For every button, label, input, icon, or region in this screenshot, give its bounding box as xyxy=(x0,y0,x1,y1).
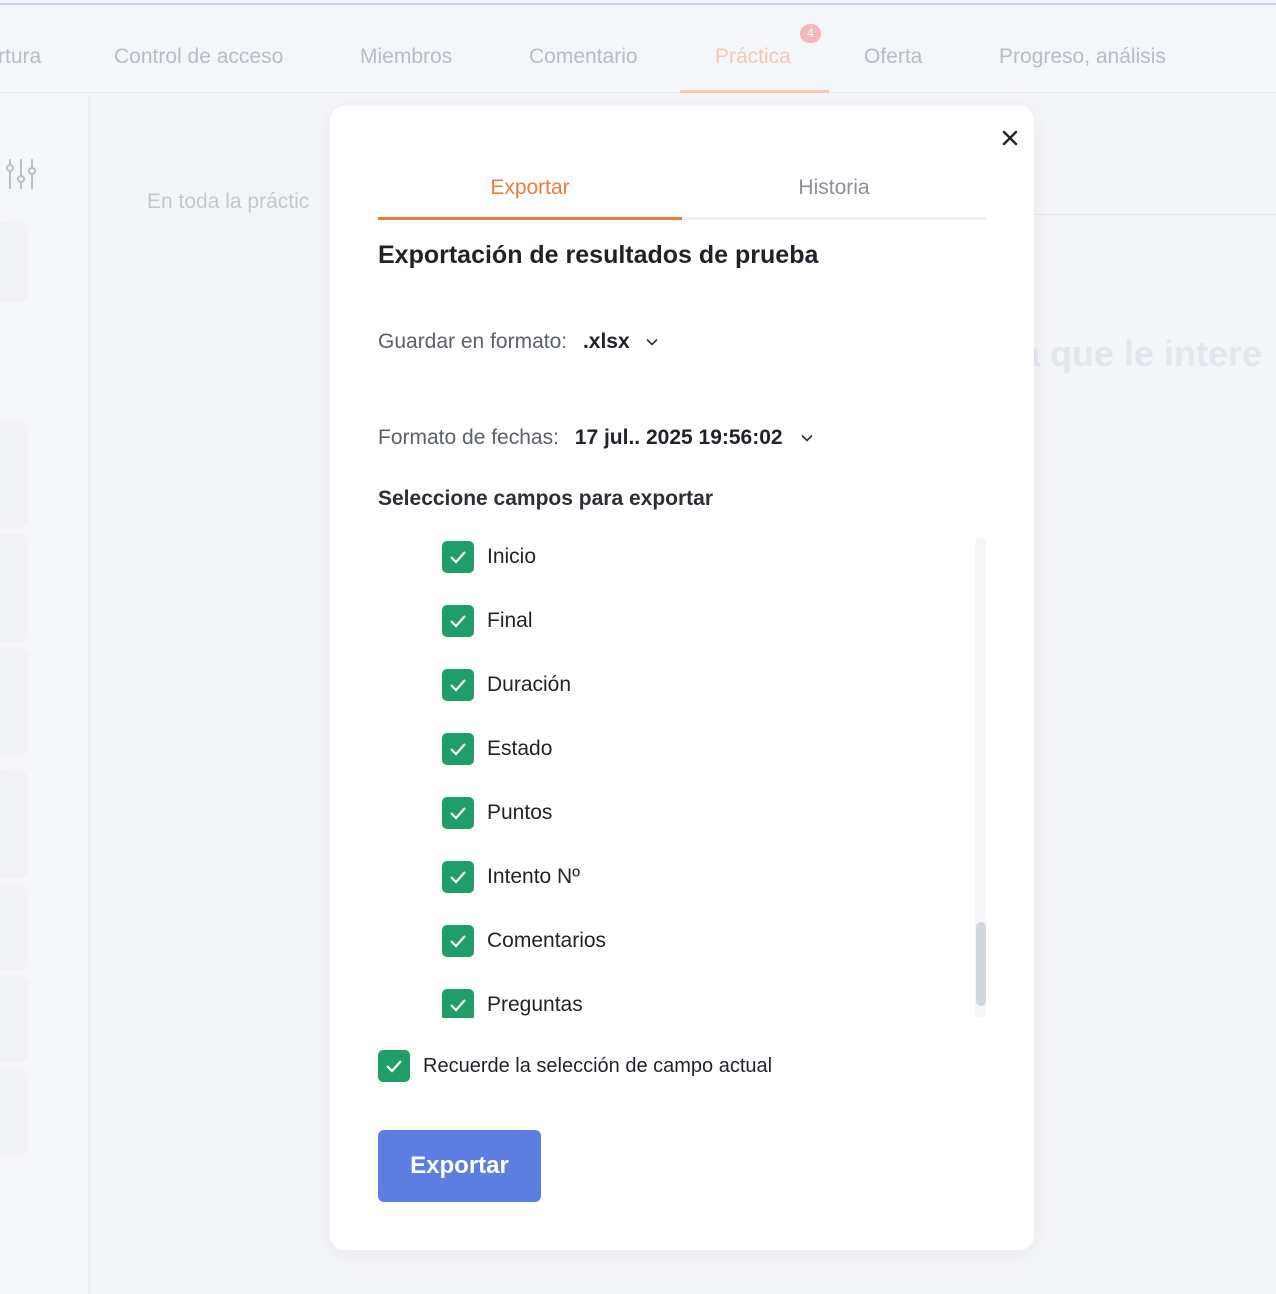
field-checkbox[interactable] xyxy=(442,925,474,957)
field-label: Estado xyxy=(487,737,553,760)
sidebar-card xyxy=(0,770,26,876)
check-icon xyxy=(450,807,466,820)
field-checkbox[interactable] xyxy=(442,861,474,893)
fields-list[interactable]: Inicio Final Duración Estado Puntos Inte… xyxy=(378,538,986,1018)
background-heading: a que le intere xyxy=(1020,333,1263,374)
field-item[interactable]: Comentarios xyxy=(442,925,606,957)
field-item[interactable]: Final xyxy=(442,605,533,637)
field-item[interactable]: Puntos xyxy=(442,797,552,829)
nav-tab-progress[interactable]: Progreso, análisis xyxy=(999,45,1166,69)
remember-label: Recuerde la selección de campo actual xyxy=(423,1054,773,1077)
remember-selection[interactable]: Recuerde la selección de campo actual xyxy=(378,1050,772,1082)
field-checkbox[interactable] xyxy=(442,797,474,829)
practice-count-badge: 4 xyxy=(800,24,821,43)
close-icon[interactable] xyxy=(998,126,1022,150)
field-checkbox[interactable] xyxy=(442,733,474,765)
field-checkbox[interactable] xyxy=(442,989,474,1018)
save-format-row: Guardar en formato: .xlsx xyxy=(378,330,658,354)
save-format-label: Guardar en formato: xyxy=(378,330,568,353)
nav-tab-comment[interactable]: Comentario xyxy=(529,45,638,69)
save-format-select[interactable]: .xlsx xyxy=(583,330,658,353)
nav-tab-structure[interactable]: rtura xyxy=(0,45,41,69)
modal-title: Exportación de resultados de prueba xyxy=(378,241,819,269)
field-label: Inicio xyxy=(487,545,537,568)
background-divider xyxy=(1034,214,1276,215)
check-icon xyxy=(450,551,466,564)
modal-tabs: Exportar Historia xyxy=(378,172,986,220)
field-item[interactable]: Preguntas xyxy=(442,989,583,1018)
field-label: Final xyxy=(487,609,533,632)
sidebar-card xyxy=(0,534,26,640)
tab-history[interactable]: Historia xyxy=(682,176,986,200)
nav-tab-access-control[interactable]: Control de acceso xyxy=(114,45,283,69)
field-item[interactable]: Intento Nº xyxy=(442,861,580,893)
field-label: Duración xyxy=(487,673,572,696)
nav-tab-practice[interactable]: Práctica xyxy=(715,45,791,69)
check-icon xyxy=(450,679,466,692)
field-label: Comentarios xyxy=(487,929,607,952)
save-format-value: .xlsx xyxy=(582,330,630,353)
date-format-select[interactable]: 17 jul.. 2025 19:56:02 xyxy=(575,426,813,449)
filter-sliders-icon[interactable] xyxy=(4,157,38,191)
sidebar-card xyxy=(0,648,26,754)
field-label: Puntos xyxy=(487,801,553,824)
check-icon xyxy=(450,743,466,756)
date-format-row: Formato de fechas: 17 jul.. 2025 19:56:0… xyxy=(378,426,813,450)
field-checkbox[interactable] xyxy=(442,541,474,573)
tab-export[interactable]: Exportar xyxy=(378,176,682,200)
field-label: Preguntas xyxy=(487,993,583,1016)
field-label: Intento Nº xyxy=(487,865,580,888)
check-icon xyxy=(450,935,466,948)
nav-tab-members[interactable]: Miembros xyxy=(360,45,452,69)
chevron-down-icon xyxy=(646,339,658,347)
export-button[interactable]: Exportar xyxy=(378,1130,541,1202)
sidebar-card xyxy=(0,1068,26,1154)
fields-scrollbar-thumb[interactable] xyxy=(976,922,986,1006)
field-checkbox[interactable] xyxy=(442,669,474,701)
active-tab-indicator xyxy=(378,217,682,220)
chevron-down-icon xyxy=(801,435,813,443)
sidebar-card xyxy=(0,420,26,526)
field-item[interactable]: Inicio xyxy=(442,541,536,573)
check-icon xyxy=(450,871,466,884)
date-format-label: Formato de fechas: xyxy=(378,426,559,449)
nav-tab-offer[interactable]: Oferta xyxy=(864,45,922,69)
top-navigation: rtura Control de acceso Miembros Comenta… xyxy=(0,5,1276,93)
check-icon xyxy=(386,1060,402,1073)
export-modal: Exportar Historia Exportación de resulta… xyxy=(330,106,1034,1250)
fields-heading: Seleccione campos para exportar xyxy=(378,487,713,510)
field-checkbox[interactable] xyxy=(442,605,474,637)
sidebar-card xyxy=(0,884,26,968)
active-tab-underline xyxy=(680,90,829,93)
sidebar-card xyxy=(0,976,26,1060)
remember-checkbox[interactable] xyxy=(378,1050,410,1082)
background-search-text: En toda la práctic xyxy=(147,190,310,213)
sidebar-card xyxy=(0,222,26,300)
check-icon xyxy=(450,615,466,628)
field-item[interactable]: Estado xyxy=(442,733,552,765)
field-item[interactable]: Duración xyxy=(442,669,571,701)
check-icon xyxy=(450,999,466,1012)
date-format-value: 17 jul.. 2025 19:56:02 xyxy=(574,426,783,449)
